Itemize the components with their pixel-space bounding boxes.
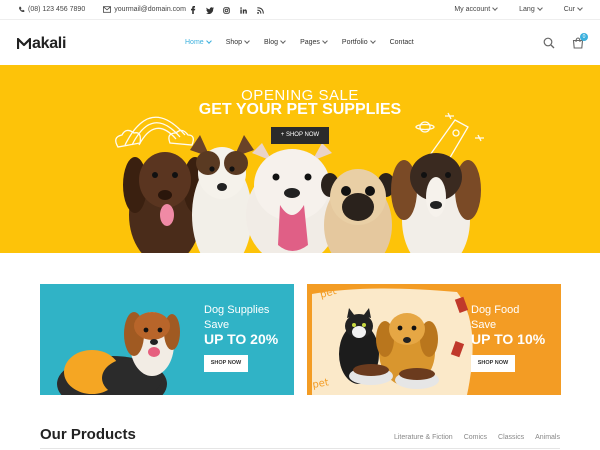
search-button[interactable] [543, 36, 555, 54]
banner-discount: UP TO 20% [204, 331, 279, 347]
my-account-dropdown[interactable]: My account [454, 5, 498, 13]
banner-title: Dog Supplies [204, 304, 270, 316]
promo-banner-dog-food[interactable]: pet pet Dog Food Save UP TO 10% SHOP NOW [307, 284, 561, 395]
chevron-down-icon [369, 38, 376, 44]
twitter-icon[interactable] [201, 5, 218, 15]
banner-subtitle: Save [471, 319, 497, 331]
search-icon [543, 37, 555, 49]
chevron-down-icon [536, 5, 543, 11]
facebook-icon[interactable] [184, 5, 201, 15]
instagram-icon[interactable] [218, 5, 235, 15]
banner-subtitle: Save [204, 319, 230, 331]
social-links [184, 5, 269, 15]
main-nav: Home Shop Blog Pages Portfolio Contact [185, 38, 429, 46]
section-title-products: Our Products [40, 426, 136, 443]
phone-number: (08) 123 456 7890 [28, 6, 86, 13]
phone-icon [19, 6, 25, 13]
banner-shop-now-button[interactable]: SHOP NOW [471, 355, 515, 372]
hero-shop-now-button[interactable]: + SHOP NOW [271, 127, 329, 144]
promo-banner-dog-supplies[interactable]: Dog Supplies Save UP TO 20% SHOP NOW [40, 284, 294, 395]
tab-classics[interactable]: Classics [498, 434, 524, 441]
product-category-tabs: Literature & Fiction Comics Classics Ani… [383, 434, 560, 441]
dog-beagle [391, 153, 481, 253]
nav-portfolio[interactable]: Portfolio [342, 38, 376, 46]
nav-contact[interactable]: Contact [390, 39, 414, 46]
chevron-down-icon [244, 38, 250, 44]
banner-title: Dog Food [471, 304, 520, 316]
dog-bulldog [246, 143, 338, 253]
language-dropdown[interactable]: Lang [519, 5, 543, 13]
nav-shop[interactable]: Shop [226, 38, 250, 46]
tab-comics[interactable]: Comics [464, 434, 487, 441]
currency-dropdown[interactable]: Cur [564, 5, 583, 13]
nav-blog[interactable]: Blog [264, 38, 286, 46]
chevron-down-icon [492, 5, 498, 11]
chevron-down-icon [577, 5, 583, 11]
chevron-down-icon [322, 38, 328, 44]
mail-icon [103, 6, 112, 13]
cart-count-badge: 0 [580, 33, 588, 41]
dog-pug [321, 169, 395, 253]
top-bar: (08) 123 456 7890 yourmail@domain.com My… [0, 0, 600, 20]
linkedin-icon[interactable] [235, 5, 252, 15]
chevron-down-icon [280, 38, 286, 44]
chevron-down-icon [205, 38, 212, 44]
rss-icon[interactable] [252, 5, 269, 15]
email-contact[interactable]: yourmail@domain.com [103, 6, 186, 13]
hero-headline-2: GET YOUR PET SUPPLIES [198, 101, 402, 118]
banner-shop-now-button[interactable]: SHOP NOW [204, 355, 248, 372]
site-header: akali Home Shop Blog Pages Portfolio Con… [0, 20, 600, 65]
logo-m-icon [17, 38, 31, 49]
nav-pages[interactable]: Pages [300, 38, 328, 46]
phone-contact[interactable]: (08) 123 456 7890 [18, 6, 85, 13]
dog-jack-russell [190, 135, 254, 253]
site-logo[interactable]: akali [17, 35, 66, 53]
tab-animals[interactable]: Animals [535, 434, 560, 441]
nav-home[interactable]: Home [185, 38, 212, 46]
email-address: yourmail@domain.com [114, 6, 186, 13]
hero-banner: OPENING SALE GET YOUR PET SUPPLIES + SHO… [0, 65, 600, 253]
tab-literature-fiction[interactable]: Literature & Fiction [394, 434, 453, 441]
banner-discount: UP TO 10% [471, 331, 546, 347]
section-divider [40, 448, 560, 449]
cart-button[interactable]: 0 [572, 33, 588, 54]
